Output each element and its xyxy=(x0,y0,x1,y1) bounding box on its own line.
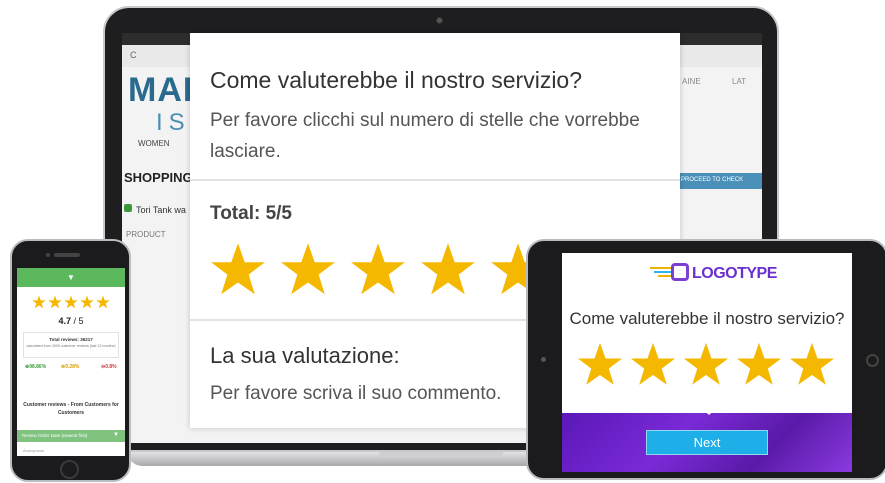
phone-speaker xyxy=(54,253,80,257)
cart-item-icon xyxy=(124,204,132,212)
reload-icon[interactable]: C xyxy=(130,50,137,60)
rating-score: 4.7 / 5 xyxy=(17,316,125,326)
positive-percent-value: 98.86% xyxy=(29,364,47,370)
proceed-to-checkout-button[interactable]: PROCEED TO CHECK xyxy=(678,173,762,189)
total-reviews: Total reviews: 36217 xyxy=(49,337,93,342)
neutral-percent-value: 0.28% xyxy=(65,364,80,370)
positive-percent: ⊕98.86% xyxy=(25,364,47,370)
star-icon[interactable] xyxy=(280,241,336,297)
rating-value: 4.7 xyxy=(58,316,71,326)
popup-subtitle: Per favore clicchi sul numero di stelle … xyxy=(210,110,640,162)
star-icon[interactable] xyxy=(789,341,835,387)
phone-screen: ▼ 4.7 / 5 Total reviews: 36217 calculate… xyxy=(17,268,125,456)
negative-percent-value: 0.8% xyxy=(105,364,117,370)
evaluation-heading: La sua valutazione: xyxy=(210,343,400,368)
reviews-summary-box: Total reviews: 36217 calculated from 300… xyxy=(23,332,119,358)
sort-label: Review Order Date (newest first) xyxy=(22,433,88,438)
logo-text: LOGOTYPE xyxy=(692,265,777,282)
review-author: Anonymous xyxy=(23,448,45,453)
star-icon[interactable] xyxy=(577,341,623,387)
customer-reviews-heading: Customer reviews - From Customers for Cu… xyxy=(23,402,119,416)
phone-header[interactable]: ▼ xyxy=(17,268,125,287)
tablet-home-button[interactable] xyxy=(866,354,879,367)
star-icon[interactable] xyxy=(350,241,406,297)
laptop-notch xyxy=(379,452,503,458)
star-icon xyxy=(32,295,46,309)
calculated-note: calculated from 3000 customer reviews (l… xyxy=(26,344,116,348)
shopping-cart-heading: SHOPPING xyxy=(124,170,193,185)
next-button[interactable]: Next xyxy=(646,430,768,455)
tablet-camera xyxy=(541,357,546,362)
star-icon[interactable] xyxy=(683,341,729,387)
star-icon[interactable] xyxy=(736,341,782,387)
negative-percent: ⊖0.8% xyxy=(101,364,117,370)
rating-max: / 5 xyxy=(71,316,84,326)
filter-icon[interactable]: ▼ xyxy=(113,432,119,438)
phone-camera xyxy=(46,253,50,257)
phone-home-button[interactable] xyxy=(60,460,79,479)
nav-women[interactable]: WOMEN xyxy=(138,139,170,148)
column-product: PRODUCT xyxy=(126,230,166,239)
nav-right-1[interactable]: AINE xyxy=(682,77,701,86)
neutral-percent: ⊜0.28% xyxy=(61,364,80,370)
star-icon[interactable] xyxy=(420,241,476,297)
tablet-question: Come valuterebbe il nostro servizio? xyxy=(569,309,845,328)
star-icon xyxy=(96,295,110,309)
cart-item-name[interactable]: Tori Tank wa xyxy=(136,205,186,215)
chevron-down-icon[interactable]: ▼ xyxy=(67,273,75,282)
popup-star-rating[interactable] xyxy=(210,241,546,301)
tablet-screen: LOGOTYPE Come valuterebbe il nostro serv… xyxy=(562,253,852,472)
logo-icon xyxy=(671,263,689,281)
star-icon[interactable] xyxy=(210,241,266,297)
comment-prompt: Per favore scriva il suo commento. xyxy=(210,383,502,404)
star-icon xyxy=(64,295,78,309)
nav-right-2[interactable]: LAT xyxy=(732,77,746,86)
star-icon xyxy=(48,295,62,309)
popup-title: Come valuterebbe il nostro servizio? xyxy=(210,67,583,93)
divider xyxy=(190,179,680,181)
footer-notch xyxy=(700,407,718,415)
sort-dropdown[interactable]: Review Order Date (newest first) ▼ xyxy=(17,430,125,442)
rating-total: Total: 5/5 xyxy=(210,203,292,224)
star-icon xyxy=(80,295,94,309)
star-icon[interactable] xyxy=(630,341,676,387)
laptop-camera xyxy=(436,17,443,24)
phone-star-rating xyxy=(32,295,110,314)
tablet-star-rating[interactable] xyxy=(577,341,835,392)
